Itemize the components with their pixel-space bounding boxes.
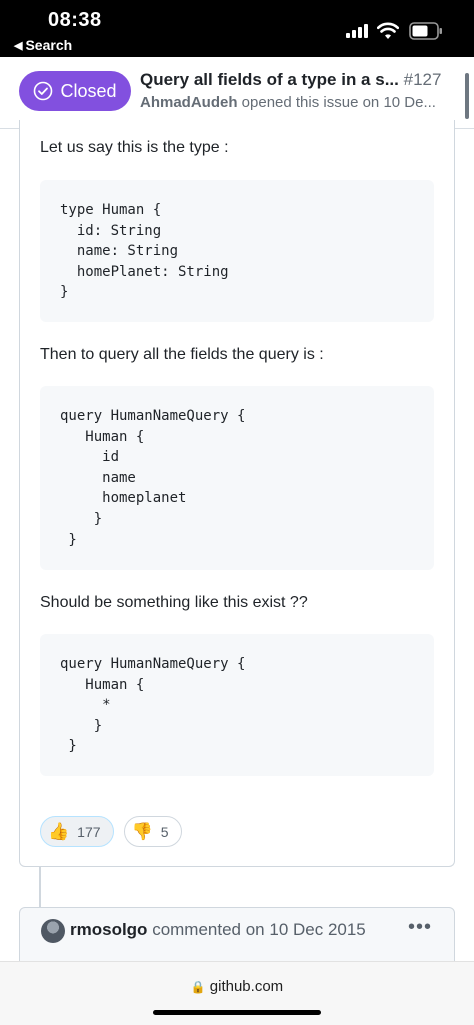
comment-meta-text: commented on 10 Dec 2015 xyxy=(152,920,366,939)
next-comment-meta: rmosolgo commented on 10 Dec 2015 xyxy=(70,920,366,940)
url-text: github.com xyxy=(209,978,284,995)
issue-author-link[interactable]: AhmadAudeh xyxy=(140,94,238,111)
cellular-signal-icon xyxy=(346,24,368,38)
issue-meta-text: opened this issue on 10 De... xyxy=(241,94,436,111)
url-field[interactable]: 🔒 github.com xyxy=(0,978,474,995)
code-block-3: query HumanNameQuery { Human { * } } xyxy=(40,634,434,776)
clock: 08:38 xyxy=(48,9,102,31)
reaction-thumbs-down-button[interactable]: 👎 5 xyxy=(123,816,182,847)
issue-number: #127 xyxy=(403,70,442,89)
wifi-icon xyxy=(377,22,399,39)
issue-state-label: Closed xyxy=(60,80,117,101)
battery-icon xyxy=(409,22,442,40)
browser-address-bar: 🔒 github.com xyxy=(0,961,474,1025)
back-triangle-icon: ◀ xyxy=(14,39,23,52)
thumbs-down-icon: 👎 xyxy=(131,821,153,841)
issue-title-text: Query all fields of a type in a s... xyxy=(140,70,399,89)
issue-meta: AhmadAudeh opened this issue on 10 De... xyxy=(140,94,440,111)
avatar[interactable] xyxy=(41,919,65,943)
back-to-search-button[interactable]: ◀ Search xyxy=(14,37,72,53)
issue-title: Query all fields of a type in a s... #12… xyxy=(140,70,460,90)
reaction-thumbs-up-button[interactable]: 👍 177 xyxy=(40,816,114,847)
timeline-connector xyxy=(39,867,41,907)
issue-state-badge: Closed xyxy=(19,71,131,111)
reactions-bar: 👍 177 👎 5 xyxy=(40,816,182,847)
code-block-1: type Human { id: String name: String hom… xyxy=(40,180,434,322)
next-comment-header: rmosolgo commented on 10 Dec 2015 ••• xyxy=(19,907,455,965)
more-options-icon[interactable]: ••• xyxy=(408,916,432,939)
issue-header: Closed Query all fields of a type in a s… xyxy=(0,57,474,129)
comment-paragraph-2: Then to query all the fields the query i… xyxy=(40,346,324,363)
code-block-2: query HumanNameQuery { Human { id name h… xyxy=(40,386,434,570)
scrollbar-thumb[interactable] xyxy=(465,73,469,119)
check-circle-icon xyxy=(34,81,53,101)
comment-paragraph-3: Should be something like this exist ?? xyxy=(40,594,308,611)
home-indicator[interactable] xyxy=(153,1010,321,1015)
thumbs-up-icon: 👍 xyxy=(48,821,70,841)
status-bar: 08:38 ◀ Search xyxy=(0,0,474,57)
back-label: Search xyxy=(25,37,73,53)
reaction-count: 5 xyxy=(160,823,169,840)
lock-icon: 🔒 xyxy=(190,980,206,994)
reaction-count: 177 xyxy=(77,823,101,840)
comment-author-link[interactable]: rmosolgo xyxy=(70,920,147,939)
comment-paragraph-1: Let us say this is the type : xyxy=(40,139,229,156)
